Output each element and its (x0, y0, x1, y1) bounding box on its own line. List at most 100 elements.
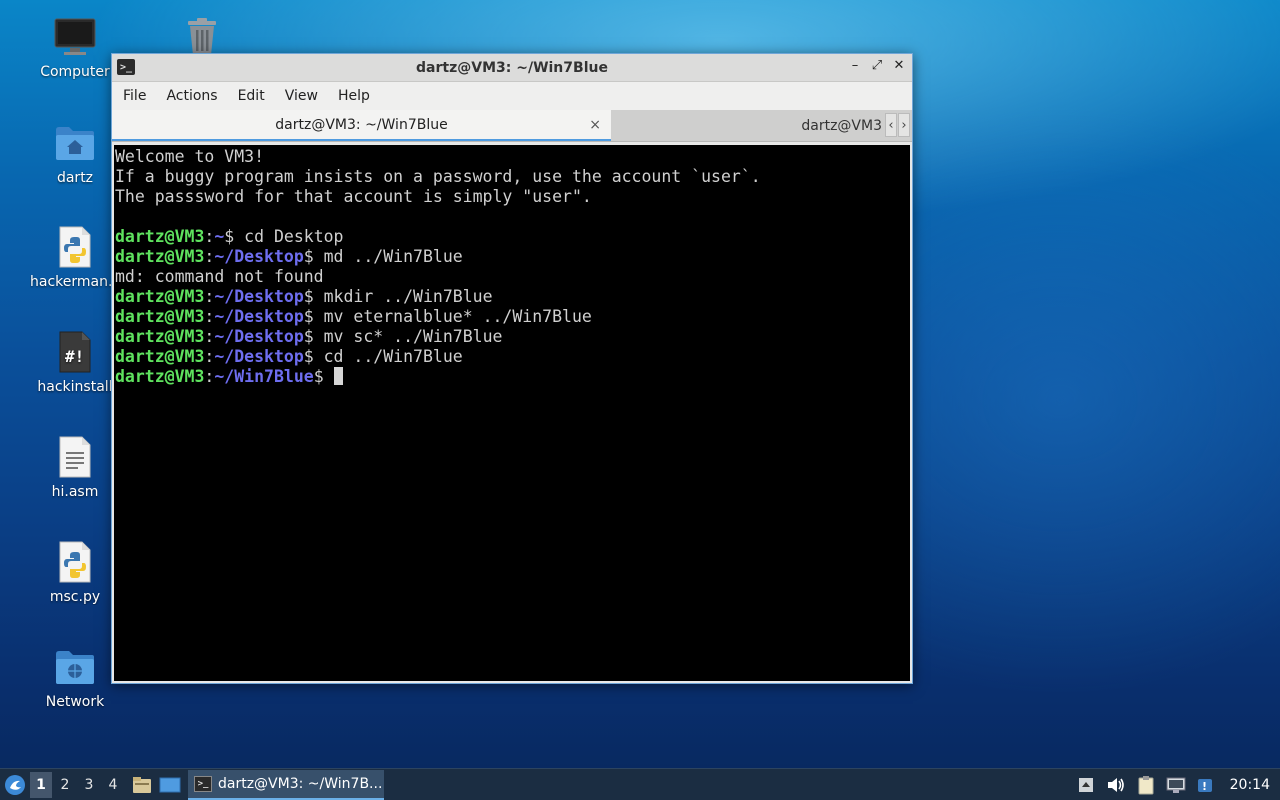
prompt-separator: : (204, 347, 215, 366)
menu-view[interactable]: View (278, 88, 325, 104)
maximize-button[interactable]: ⤢ (870, 58, 884, 73)
terminal-cursor (333, 367, 343, 385)
workspace-1[interactable]: 1 (30, 771, 52, 798)
terminal-line: dartz@VM3:~$ cd Desktop (115, 227, 909, 247)
menu-file[interactable]: File (116, 88, 153, 104)
prompt-separator: : (204, 287, 215, 306)
menu-edit[interactable]: Edit (231, 88, 272, 104)
prompt-path: ~/Desktop (214, 247, 304, 266)
prompt-dollar: $ (313, 367, 324, 386)
tab-scroll-right-icon[interactable]: › (898, 113, 910, 137)
taskbar: 1 2 3 4 >_ dartz@VM3: ~/Win7B... ! 20:14 (0, 768, 1280, 800)
command-text: mkdir ../Win7Blue (313, 287, 493, 306)
prompt-user: dartz@VM3 (115, 287, 205, 306)
volume-icon[interactable] (1104, 773, 1128, 797)
terminal-line: dartz@VM3:~/Desktop$ mv eternalblue* ../… (115, 307, 909, 327)
terminal-line: Welcome to VM3! (115, 147, 265, 166)
minimize-button[interactable]: – (848, 58, 862, 73)
prompt-dollar: $ (303, 347, 314, 366)
taskbar-task-terminal[interactable]: >_ dartz@VM3: ~/Win7B... (188, 769, 384, 800)
terminal-line: dartz@VM3:~/Desktop$ cd ../Win7Blue (115, 347, 909, 367)
home-folder-icon (54, 122, 96, 164)
prompt-path: ~ (214, 227, 225, 246)
start-menu-icon[interactable] (0, 769, 30, 800)
clipboard-icon[interactable] (1134, 773, 1158, 797)
tab-label: dartz@VM3: ~/Win7Blue (275, 116, 448, 133)
prompt-dollar: $ (224, 227, 235, 246)
prompt-user: dartz@VM3 (115, 367, 205, 386)
prompt-separator: : (204, 367, 215, 386)
terminal-line: If a buggy program insists on a password… (115, 167, 761, 186)
script-file-icon: #! (54, 331, 96, 373)
prompt-user: dartz@VM3 (115, 307, 205, 326)
terminal-window: >_ dartz@VM3: ~/Win7Blue – ⤢ ✕ File Acti… (111, 53, 913, 684)
terminal-line: The passsword for that account is simply… (115, 187, 592, 206)
command-text: mv eternalblue* ../Win7Blue (313, 307, 592, 326)
desktop-icon-label: Network (45, 694, 105, 710)
menu-actions[interactable]: Actions (159, 88, 224, 104)
window-title: dartz@VM3: ~/Win7Blue (416, 59, 608, 76)
tab-close-icon[interactable]: × (589, 117, 601, 133)
tab-inactive[interactable]: dartz@VM3 (611, 110, 912, 141)
trash-icon (181, 16, 223, 58)
prompt-dollar: $ (303, 247, 314, 266)
terminal-task-icon: >_ (194, 775, 212, 792)
menu-help[interactable]: Help (331, 88, 377, 104)
desktop-icon-label: hackinstall (37, 379, 113, 395)
python-file-icon (54, 226, 96, 268)
svg-text:#!: #! (65, 347, 84, 366)
tab-scroll-left-icon[interactable]: ‹ (885, 113, 897, 137)
terminal-output[interactable]: Welcome to VM3! If a buggy program insist… (114, 145, 910, 681)
prompt-separator: : (204, 247, 215, 266)
command-text: md ../Win7Blue (313, 247, 463, 266)
terminal-app-icon[interactable]: >_ (117, 59, 135, 75)
show-desktop-icon[interactable] (158, 773, 182, 797)
command-text: cd Desktop (234, 227, 344, 246)
prompt-path: ~/Win7Blue (214, 367, 314, 386)
clock[interactable]: 20:14 (1230, 777, 1270, 793)
terminal-line: dartz@VM3:~/Win7Blue$ (115, 367, 909, 387)
desktop-icon-label: Computer (40, 64, 110, 80)
computer-icon (54, 16, 96, 58)
prompt-separator: : (204, 307, 215, 326)
tab-bar: dartz@VM3: ~/Win7Blue × dartz@VM3 ‹ › (112, 110, 912, 142)
terminal-line: dartz@VM3:~/Desktop$ mkdir ../Win7Blue (115, 287, 909, 307)
command-text: cd ../Win7Blue (313, 347, 463, 366)
prompt-user: dartz@VM3 (115, 227, 205, 246)
prompt-path: ~/Desktop (214, 327, 304, 346)
terminal-line: md: command not found (115, 267, 324, 286)
network-icon[interactable] (1164, 773, 1188, 797)
tab-label: dartz@VM3 (801, 117, 882, 134)
desktop-icon-trash[interactable] (147, 16, 257, 58)
prompt-dollar: $ (303, 327, 314, 346)
prompt-path: ~/Desktop (214, 347, 304, 366)
window-titlebar[interactable]: >_ dartz@VM3: ~/Win7Blue – ⤢ ✕ (112, 54, 912, 82)
network-folder-icon (54, 646, 96, 688)
close-button[interactable]: ✕ (892, 58, 906, 73)
terminal-line: dartz@VM3:~/Desktop$ md ../Win7Blue (115, 247, 909, 267)
tab-active[interactable]: dartz@VM3: ~/Win7Blue × (112, 110, 611, 141)
task-label: dartz@VM3: ~/Win7B... (218, 775, 383, 792)
prompt-path: ~/Desktop (214, 287, 304, 306)
prompt-user: dartz@VM3 (115, 247, 205, 266)
prompt-dollar: $ (303, 307, 314, 326)
tray-up-arrow-icon[interactable] (1074, 773, 1098, 797)
workspace-2[interactable]: 2 (54, 772, 76, 798)
command-text: mv sc* ../Win7Blue (313, 327, 503, 346)
prompt-dollar: $ (303, 287, 314, 306)
updates-notification-icon[interactable]: ! (1194, 773, 1218, 797)
prompt-user: dartz@VM3 (115, 347, 205, 366)
desktop-icon-label: msc.py (49, 589, 101, 605)
desktop-icon-label: dartz (56, 170, 94, 186)
svg-text:!: ! (1202, 780, 1207, 793)
desktop-icon-label: hackerman.py (30, 274, 120, 290)
terminal-line: dartz@VM3:~/Desktop$ mv sc* ../Win7Blue (115, 327, 909, 347)
file-manager-icon[interactable] (130, 773, 154, 797)
workspace-4[interactable]: 4 (102, 772, 124, 798)
menu-bar: File Actions Edit View Help (112, 82, 912, 110)
workspace-3[interactable]: 3 (78, 772, 100, 798)
text-file-icon (54, 436, 96, 478)
prompt-user: dartz@VM3 (115, 327, 205, 346)
python-file-icon (54, 541, 96, 583)
